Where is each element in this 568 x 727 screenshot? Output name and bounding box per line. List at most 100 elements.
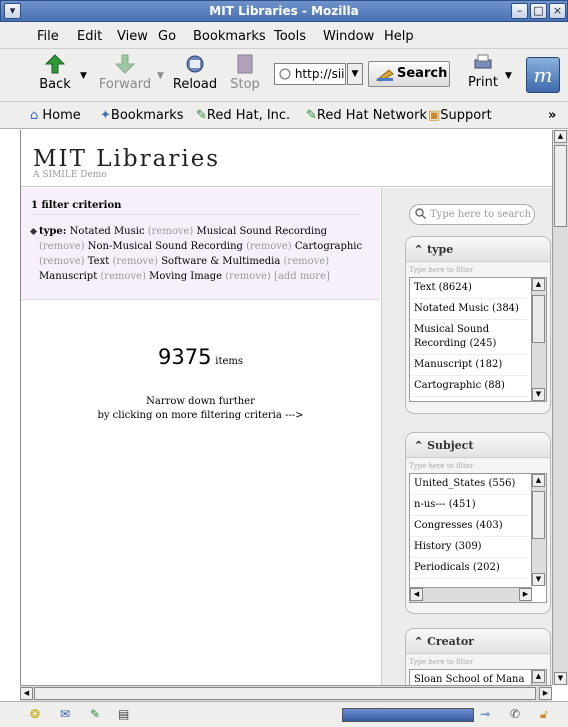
scroll-up-icon[interactable]: ▲ [554, 130, 567, 143]
print-label: Print [468, 75, 498, 90]
mail-icon[interactable]: ✉ [60, 707, 70, 721]
facet-subject-list: United_States (556) n-us--- (451) Congre… [409, 473, 547, 603]
page-horizontal-scrollbar[interactable]: ◀ ▶ [20, 685, 552, 701]
scroll-up-icon[interactable]: ▲ [532, 474, 545, 487]
url-dropdown-icon[interactable]: ▼ [347, 63, 363, 85]
navigator-icon[interactable]: ❂ [30, 707, 40, 721]
remove-link[interactable]: (remove) [100, 271, 146, 282]
scroll-down-icon[interactable]: ▼ [554, 672, 567, 685]
window-titlebar[interactable]: ▾ MIT Libraries - Mozilla – □ × [0, 0, 568, 22]
print-dropdown-icon[interactable]: ▼ [505, 71, 512, 81]
composer-icon[interactable]: ✎ [90, 707, 100, 721]
facet-value[interactable]: n-us--- (451) [410, 495, 528, 516]
home-bookmark[interactable]: ⌂ Home [30, 108, 81, 123]
print-button[interactable]: Print [460, 53, 506, 90]
page-vertical-scrollbar[interactable]: ▲ ▼ [552, 130, 568, 685]
scroll-thumb[interactable] [532, 295, 545, 343]
remove-link[interactable]: (remove) [225, 271, 271, 282]
status-bar: ❂ ✉ ✎ ▤ ⊸ ✆ 🔓︎ [0, 701, 568, 727]
scroll-thumb[interactable] [34, 687, 536, 700]
menu-view[interactable]: View [117, 29, 148, 44]
toolbar-overflow-icon[interactable]: » [548, 108, 556, 123]
scroll-left-icon[interactable]: ◀ [410, 588, 423, 601]
popup-icon[interactable]: ✆ [510, 707, 520, 721]
bookmark-support[interactable]: ▣Support [428, 108, 492, 123]
menu-go[interactable]: Go [158, 29, 176, 44]
minimize-icon[interactable]: – [511, 3, 528, 19]
security-lock-icon[interactable]: 🔓︎ [540, 707, 548, 722]
search-input[interactable]: Type here to search [409, 204, 535, 225]
narrow-hint: Narrow down further by clicking on more … [21, 395, 380, 423]
facet-value[interactable]: Sloan School of Mana [410, 670, 528, 685]
mozilla-throbber-icon[interactable]: m [526, 57, 560, 93]
facet-creator-title: Creator [427, 635, 474, 648]
facet-value[interactable]: Congresses (403) [410, 516, 528, 537]
close-icon[interactable]: × [549, 3, 566, 19]
scroll-up-icon[interactable]: ▲ [532, 278, 545, 291]
facet-value[interactable]: History (309) [410, 537, 528, 558]
page-icon [279, 68, 291, 80]
facet-value[interactable]: Text (8624) [410, 278, 528, 299]
bookmarks-button[interactable]: ✦Bookmarks [100, 108, 184, 123]
menu-help[interactable]: Help [384, 29, 414, 44]
back-dropdown-icon[interactable]: ▼ [80, 71, 87, 81]
facet-type-header[interactable]: ⌃ type [406, 237, 550, 262]
remove-link[interactable]: (remove) [284, 256, 330, 267]
facet-creator-filter-input[interactable]: Type here to filter [409, 658, 473, 666]
facet-type-scrollbar[interactable]: ▲ ▼ [531, 278, 546, 401]
remove-link[interactable]: (remove) [148, 226, 194, 237]
addressbook-icon[interactable]: ▤ [118, 707, 129, 721]
add-more-link[interactable]: [add more] [274, 271, 330, 282]
bookmarks-icon: ✦ [100, 108, 111, 123]
reload-label: Reload [172, 77, 218, 92]
scroll-right-icon[interactable]: ▶ [519, 588, 532, 601]
remove-link[interactable]: (remove) [112, 256, 158, 267]
facet-subject-filter-input[interactable]: Type here to filter [409, 462, 473, 470]
forward-button[interactable]: Forward [95, 53, 155, 92]
scroll-left-icon[interactable]: ◀ [20, 687, 33, 700]
bullet-icon [29, 227, 38, 236]
filter-value: Cartographic [294, 241, 363, 252]
facet-subject-scrollbar[interactable]: ▲ ▼ [531, 474, 546, 586]
scroll-thumb[interactable] [554, 145, 567, 227]
remove-link[interactable]: (remove) [39, 241, 85, 252]
facet-subject-header[interactable]: ⌃ Subject [406, 433, 550, 458]
facet-value[interactable]: Cartographic (88) [410, 376, 528, 397]
stop-label: Stop [230, 77, 260, 92]
facet-value[interactable]: Periodicals (202) [410, 558, 528, 579]
scroll-up-icon[interactable]: ▲ [532, 670, 545, 683]
remove-link[interactable]: (remove) [39, 256, 85, 267]
stop-button[interactable]: Stop [225, 53, 265, 92]
facet-value[interactable]: Notated Music (384) [410, 299, 528, 320]
collapse-icon: ⌃ [414, 439, 424, 452]
reload-button[interactable]: Reload [170, 53, 220, 92]
scroll-thumb[interactable] [532, 491, 545, 539]
facet-subject-hscrollbar[interactable]: ◀ ▶ [410, 587, 532, 602]
scroll-down-icon[interactable]: ▼ [532, 573, 545, 586]
search-icon [375, 69, 394, 82]
maximize-icon[interactable]: □ [530, 3, 547, 19]
back-button[interactable]: Back [30, 53, 80, 92]
url-input[interactable]: http://sii [274, 63, 346, 85]
facet-value[interactable]: United_States (556) [410, 474, 528, 495]
bookmark-redhat-network[interactable]: ✎Red Hat Network [306, 108, 427, 123]
menu-tools[interactable]: Tools [274, 29, 306, 44]
menu-edit[interactable]: Edit [77, 29, 102, 44]
search-placeholder: Type here to search [430, 209, 532, 220]
bookmark-redhat-inc[interactable]: ✎Red Hat, Inc. [196, 108, 290, 123]
scroll-right-icon[interactable]: ▶ [539, 687, 552, 700]
menu-file[interactable]: File [37, 29, 59, 44]
menu-bookmarks[interactable]: Bookmarks [193, 29, 266, 44]
facet-type-filter-input[interactable]: Type here to filter [409, 266, 473, 274]
scroll-down-icon[interactable]: ▼ [532, 388, 545, 401]
search-button[interactable]: Search [368, 61, 450, 87]
facet-value[interactable]: Musical Sound Recording (245) [410, 320, 528, 355]
facet-creator-scrollbar[interactable]: ▲ [531, 670, 546, 685]
facet-creator-header[interactable]: ⌃ Creator [406, 629, 550, 654]
forward-dropdown-icon[interactable]: ▼ [157, 71, 164, 81]
url-value: http://sii [294, 67, 345, 81]
online-icon[interactable]: ⊸ [480, 707, 490, 721]
remove-link[interactable]: (remove) [246, 241, 292, 252]
menu-window[interactable]: Window [323, 29, 374, 44]
facet-value[interactable]: Manuscript (182) [410, 355, 528, 376]
